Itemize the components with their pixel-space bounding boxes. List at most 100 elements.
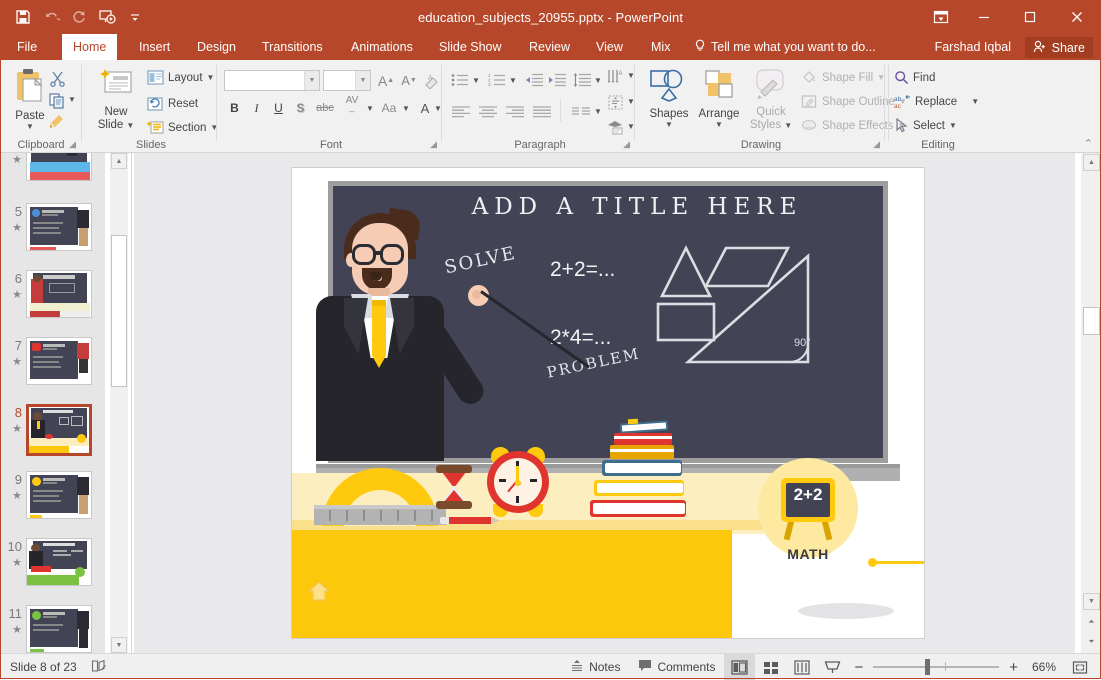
font-dialog-launcher[interactable]: ◢	[430, 139, 437, 150]
new-slide-button[interactable]: New Slide ▼	[89, 68, 143, 133]
bullets-button[interactable]	[449, 70, 471, 90]
arrange-button[interactable]: Arrange ▼	[695, 68, 743, 129]
increase-indent-button[interactable]	[546, 70, 568, 90]
character-spacing-caret-icon[interactable]: ▼	[366, 105, 374, 113]
line-spacing-caret-icon[interactable]: ▼	[594, 77, 602, 85]
tell-me-search[interactable]: Tell me what you want to do...	[690, 34, 876, 60]
shape-fill-button[interactable]: Shape Fill ▼	[801, 70, 885, 85]
columns-caret-icon[interactable]: ▼	[594, 108, 602, 116]
start-presentation-icon[interactable]	[94, 4, 120, 30]
drawing-dialog-launcher[interactable]: ◢	[873, 139, 880, 150]
tab-view[interactable]: View	[585, 34, 634, 60]
arrange-caret-icon[interactable]: ▼	[715, 121, 723, 129]
justify-button[interactable]	[530, 102, 554, 122]
character-spacing-button[interactable]: AV ↔	[339, 94, 365, 116]
font-size-dropdown-icon[interactable]: ▼	[355, 71, 370, 90]
replace-button[interactable]: abac Replace ▼	[894, 94, 979, 109]
comments-button[interactable]: Comments	[629, 654, 724, 680]
tab-animations[interactable]: Animations	[340, 34, 424, 60]
normal-view-button[interactable]	[724, 654, 755, 680]
maximize-icon[interactable]	[1007, 0, 1053, 34]
slide-editing-surface[interactable]: ADD A TITLE HERE SOLVE PROBLEM 2+2=... 2…	[292, 168, 924, 638]
notes-button[interactable]: Notes	[561, 654, 629, 680]
new-slide-caret-icon[interactable]: ▼	[126, 122, 134, 130]
slide-show-button[interactable]	[817, 654, 848, 680]
slide-title-placeholder[interactable]: ADD A TITLE HERE	[422, 194, 852, 220]
columns-button[interactable]	[569, 102, 593, 122]
paste-caret-icon[interactable]: ▼	[26, 123, 34, 131]
tab-home[interactable]: Home	[62, 34, 117, 60]
line-spacing-button[interactable]	[571, 70, 593, 90]
zoom-slider-handle[interactable]	[925, 659, 930, 675]
minimize-icon[interactable]	[961, 0, 1007, 34]
tab-slide-show[interactable]: Slide Show	[428, 34, 513, 60]
tab-file[interactable]: File	[6, 34, 48, 60]
align-left-button[interactable]	[449, 102, 473, 122]
fit-slide-to-window-button[interactable]	[1064, 654, 1095, 680]
tab-mix[interactable]: Mix	[640, 34, 681, 60]
collapse-ribbon-button[interactable]: ⌃	[1084, 137, 1093, 150]
zoom-out-button[interactable]: −	[848, 654, 869, 680]
numbering-caret-icon[interactable]: ▼	[509, 77, 517, 85]
scrollbar-thumb[interactable]	[111, 235, 127, 387]
slide-canvas-scrollbar[interactable]: ▲ ▼ ⏶ ⏷	[1081, 153, 1101, 653]
replace-caret-icon[interactable]: ▼	[971, 98, 979, 106]
quick-styles-caret-icon[interactable]: ▼	[784, 122, 792, 130]
font-color-button[interactable]: A	[416, 98, 434, 118]
change-case-button[interactable]: Aa	[377, 98, 401, 118]
paragraph-dialog-launcher[interactable]: ◢	[623, 139, 630, 150]
numbering-button[interactable]: 123	[486, 70, 508, 90]
ribbon-display-options-icon[interactable]	[921, 0, 961, 34]
tab-review[interactable]: Review	[518, 34, 581, 60]
layout-caret-icon[interactable]: ▼	[207, 74, 215, 82]
account-name[interactable]: Farshad Iqbal	[935, 34, 1011, 60]
scroll-down-icon[interactable]: ▼	[111, 637, 127, 653]
shapes-caret-icon[interactable]: ▼	[665, 121, 673, 129]
reset-button[interactable]: Reset	[147, 96, 198, 111]
slide-sorter-button[interactable]	[755, 654, 786, 680]
copy-caret-icon[interactable]: ▼	[68, 96, 76, 104]
section-button[interactable]: Section ▼	[147, 120, 218, 135]
save-icon[interactable]	[10, 4, 36, 30]
next-slide-icon[interactable]: ⏷	[1083, 633, 1100, 650]
bold-button[interactable]: B	[224, 98, 245, 118]
scroll-up-icon[interactable]: ▲	[1083, 154, 1100, 171]
underline-button[interactable]: U	[268, 98, 289, 118]
tab-design[interactable]: Design	[186, 34, 247, 60]
text-shadow-button[interactable]: S	[290, 98, 311, 118]
shapes-button[interactable]: Shapes ▼	[643, 68, 695, 129]
align-center-button[interactable]	[476, 102, 500, 122]
strikethrough-button[interactable]: abc	[313, 98, 337, 118]
clear-all-formatting-button[interactable]: A	[423, 70, 441, 91]
thumbnail-panel-scrollbar[interactable]: ▲ ▼	[110, 153, 128, 653]
undo-icon[interactable]	[38, 4, 64, 30]
align-right-button[interactable]	[503, 102, 527, 122]
clipboard-dialog-launcher[interactable]: ◢	[69, 139, 76, 150]
zoom-in-button[interactable]: +	[1003, 654, 1024, 680]
previous-slide-icon[interactable]: ⏶	[1083, 613, 1100, 630]
bullets-caret-icon[interactable]: ▼	[472, 77, 480, 85]
decrease-font-size-button[interactable]: A▼	[398, 70, 420, 91]
cut-button[interactable]	[46, 68, 68, 88]
slides-thumbnail-panel[interactable]: 4 ★ 5 ★	[0, 153, 105, 653]
convert-to-smartart-button[interactable]	[605, 117, 627, 137]
increase-font-size-button[interactable]: A▲	[375, 70, 397, 91]
customize-quick-access-toolbar-icon[interactable]	[122, 4, 148, 30]
scroll-down-icon[interactable]: ▼	[1083, 593, 1100, 610]
tab-insert[interactable]: Insert	[128, 34, 181, 60]
share-button[interactable]: Share	[1025, 37, 1093, 58]
accessibility-checker-icon[interactable]	[91, 659, 107, 676]
quick-styles-button[interactable]: Quick Styles ▼	[745, 68, 797, 133]
scroll-up-icon[interactable]: ▲	[111, 153, 127, 169]
select-button[interactable]: Select ▼	[894, 118, 957, 133]
format-painter-button[interactable]	[46, 110, 68, 130]
close-icon[interactable]	[1053, 0, 1101, 34]
font-size-input[interactable]: ▼	[323, 70, 371, 91]
section-caret-icon[interactable]: ▼	[210, 124, 218, 132]
text-direction-button[interactable]: A	[605, 66, 627, 86]
redo-icon[interactable]	[66, 4, 92, 30]
select-caret-icon[interactable]: ▼	[949, 122, 957, 130]
find-button[interactable]: Find	[894, 70, 935, 85]
zoom-level[interactable]: 66%	[1024, 660, 1064, 674]
font-name-input[interactable]: ▼	[224, 70, 320, 91]
